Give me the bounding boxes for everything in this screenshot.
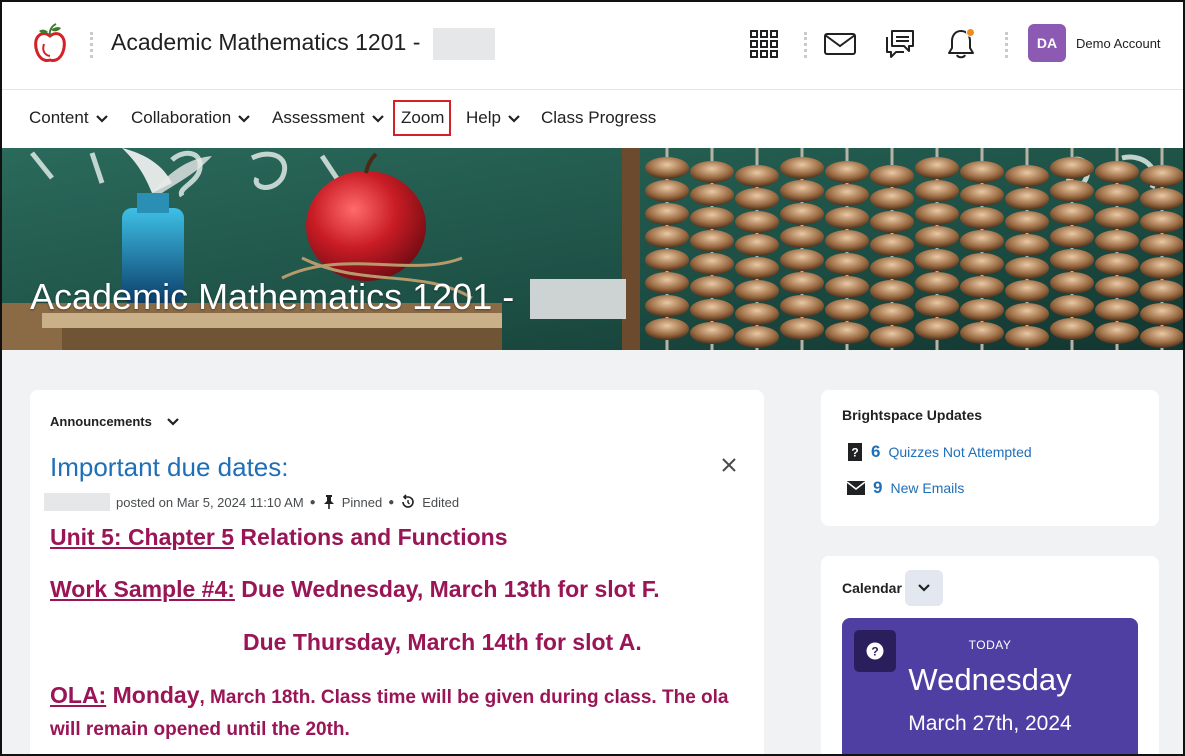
quiz-question-icon: ? [848,443,862,461]
notification-dot [966,28,975,37]
brightspace-updates-widget: Brightspace Updates ? 6 Quizzes Not Atte… [821,390,1159,526]
announcement-line: Unit 5: Chapter 5 Relations and Function… [50,524,508,551]
announcement-line: OLA: Monday, March 18th. Class time will… [50,682,729,709]
nav-label: Content [29,108,89,127]
envelope-icon [847,481,865,495]
nav-item-zoom[interactable]: Zoom [401,108,444,128]
pinned-label: Pinned [341,494,383,510]
apple-logo-icon[interactable] [30,22,70,66]
svg-text:?: ? [851,446,858,460]
line-text: Monday [106,682,200,708]
announcement-line: Work Sample #4: Due Wednesday, March 13t… [50,576,660,603]
nav-label: Help [466,108,501,127]
header-separator [1005,32,1008,58]
nav-item-collaboration[interactable]: Collaboration [131,108,251,128]
unit-link[interactable]: Unit 5: Chapter 5 [50,524,234,550]
mail-icon [824,33,856,55]
chevron-down-icon [95,115,108,123]
update-count: 6 [871,442,881,461]
announcement-title[interactable]: Important due dates: [50,452,288,483]
today-label: TODAY [968,638,1012,652]
line-text: , March 18th. Class time will be given d… [199,687,729,708]
announcement-meta: posted on Mar 5, 2024 11:10 AM ● Pinned … [44,493,459,511]
nav-item-help[interactable]: Help [466,108,521,128]
course-title[interactable]: Academic Mathematics 1201 - [111,28,495,60]
edited-icon [402,494,415,508]
announcements-label: Announcements [50,414,152,429]
announcement-line: will remain opened until the 20th. [50,719,350,740]
calendar-today-box: ? TODAY Wednesday March 27th, 2024 [842,618,1138,754]
calendar-options-button[interactable] [905,570,943,606]
avatar[interactable]: DA [1028,24,1066,62]
header-separator [804,32,807,58]
app-grid-button[interactable] [746,26,782,62]
course-navbar: Content Collaboration Assessment Zoom He… [2,90,1183,148]
calendar-widget: Calendar ? TODAY Wednesday March 27th, 2… [821,556,1159,754]
nav-label: Assessment [272,108,365,127]
nav-item-content[interactable]: Content [29,108,109,128]
header-separator [90,32,93,58]
account-name[interactable]: Demo Account [1076,36,1161,51]
chevron-down-icon [918,584,930,592]
announcement-line: Due Thursday, March 14th for slot A. [243,629,642,655]
update-label: New Emails [890,480,965,496]
announcements-header[interactable]: Announcements [50,414,180,429]
meta-dot: ● [309,496,316,508]
redacted-author [44,493,110,511]
chevron-down-icon[interactable] [166,415,180,429]
chevron-down-icon [238,115,250,123]
top-header: Academic Mathematics 1201 - DA Demo Acco… [2,2,1183,90]
today-date: March 27th, 2024 [908,712,1072,735]
pin-icon [323,495,334,509]
meta-dot: ● [388,496,395,508]
app-grid-icon [750,30,778,58]
chevron-down-icon [371,115,384,123]
nav-label: Collaboration [131,108,232,127]
ola-link[interactable]: OLA: [50,682,106,708]
course-banner: Academic Mathematics 1201 - [2,148,1183,350]
update-count: 9 [873,478,883,497]
line-text: Relations and Functions [234,524,508,550]
nav-item-class-progress[interactable]: Class Progress [541,108,656,128]
posted-date: posted on Mar 5, 2024 11:10 AM [116,494,304,510]
app-frame: Academic Mathematics 1201 - DA Demo Acco… [0,0,1185,756]
chevron-down-icon [508,115,520,123]
banner-image [2,148,1183,350]
work-sample-link[interactable]: Work Sample #4: [50,576,235,602]
today-weekday: Wednesday [908,662,1072,697]
mail-button[interactable] [822,26,858,62]
close-icon[interactable] [720,456,738,474]
chat-button[interactable] [882,26,918,62]
edited-label: Edited [422,494,460,510]
redacted-block [432,28,495,60]
redacted-block [530,279,627,320]
banner-title: Academic Mathematics 1201 - [30,276,627,320]
notifications-button[interactable] [943,26,979,62]
line-text: Due Wednesday, March 13th for slot F. [234,576,660,602]
chat-icon [886,30,914,58]
update-item-emails[interactable]: 9 New Emails [847,478,964,498]
nav-label: Zoom [401,108,445,127]
update-label: Quizzes Not Attempted [888,444,1032,460]
updates-title: Brightspace Updates [842,407,983,423]
update-item-quizzes[interactable]: ? 6 Quizzes Not Attempted [847,442,1032,462]
nav-item-assessment[interactable]: Assessment [272,108,385,128]
nav-label: Class Progress [541,108,657,127]
calendar-title: Calendar [842,580,902,596]
announcements-widget: Announcements Important due dates: poste… [30,390,764,754]
